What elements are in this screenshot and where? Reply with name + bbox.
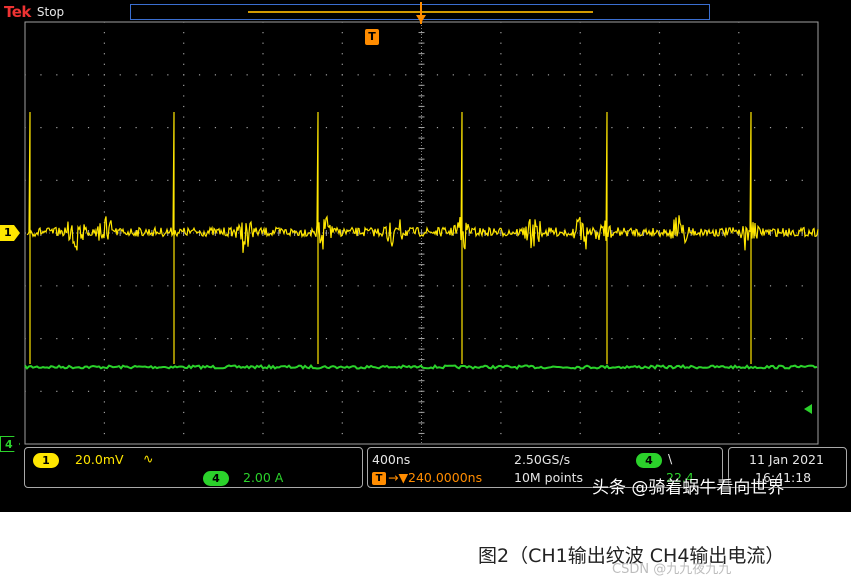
ch1-badge[interactable]: 1: [33, 453, 59, 468]
toutiao-watermark: 头条 @骑着蜗牛看向世界: [592, 478, 785, 498]
trigger-point-badge[interactable]: T: [365, 29, 379, 45]
date: 11 Jan 2021: [749, 452, 824, 467]
sample-rate: 2.50GS/s: [514, 452, 571, 467]
ch1-coupling-icon: ∿: [143, 451, 154, 466]
trigger-level-arrow-icon[interactable]: [804, 404, 812, 414]
status-bar: Tek Stop: [4, 2, 64, 22]
trigger-slope-icon: \: [668, 451, 673, 466]
trigger-position-icon[interactable]: [414, 2, 428, 26]
trigger-source-badge[interactable]: 4: [636, 453, 662, 468]
ch4-badge[interactable]: 4: [203, 471, 229, 486]
ch1-ripple-trace: [26, 111, 819, 364]
trigger-arrow-icon: →▼: [388, 470, 409, 485]
acquisition-status: Stop: [36, 5, 65, 19]
record-length: 10M points: [514, 470, 584, 485]
brand-logo: Tek: [4, 3, 31, 21]
ch4-scale: 2.00 A: [243, 470, 284, 485]
oscilloscope-screen: Tek Stop T 1 4 1 20.0mV ∿ 4 2.00 A 400ns…: [0, 0, 851, 512]
waveform-display: [24, 21, 819, 445]
horizontal-scale: 400ns: [372, 452, 411, 467]
channel-readout-panel[interactable]: 1 20.0mV ∿ 4 2.00 A: [24, 447, 363, 488]
trigger-icon: T: [372, 472, 386, 485]
trigger-position: 240.0000ns: [408, 470, 483, 485]
ch4-current-trace: [24, 363, 818, 371]
csdn-watermark: CSDN @九九夜九九: [612, 562, 732, 577]
ch1-scale: 20.0mV: [75, 452, 124, 467]
